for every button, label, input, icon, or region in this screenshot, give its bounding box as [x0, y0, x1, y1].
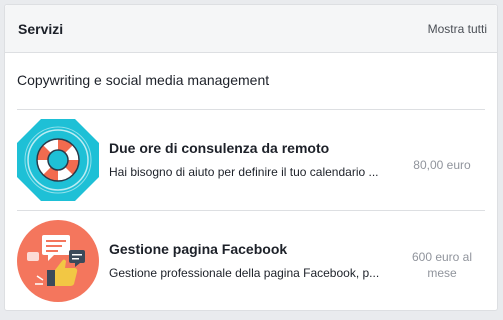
service-price: 80,00 euro — [413, 158, 471, 172]
lifebuoy-icon — [17, 119, 99, 201]
see-all-link[interactable]: Mostra tutti — [428, 22, 487, 36]
service-description: Gestione professionale della pagina Face… — [109, 266, 380, 280]
services-card: Servizi Mostra tutti Copywriting e socia… — [4, 4, 498, 311]
card-title: Servizi — [18, 21, 64, 37]
service-description: Hai bisogno di aiuto per definire il tuo… — [109, 165, 379, 179]
facebook-like-chat-icon — [17, 220, 99, 302]
card-header: Servizi Mostra tutti — [5, 5, 497, 53]
service-title: Due ore di consulenza da remoto — [109, 140, 330, 156]
service-title: Gestione pagina Facebook — [109, 241, 288, 257]
service-item-gestione-facebook[interactable]: Gestione pagina Facebook Gestione profes… — [5, 211, 497, 311]
section-title: Copywriting e social media management — [17, 72, 270, 88]
service-price: 600 euro al mese — [411, 250, 473, 280]
service-item-consulenza[interactable]: Due ore di consulenza da remoto Hai biso… — [5, 110, 497, 210]
